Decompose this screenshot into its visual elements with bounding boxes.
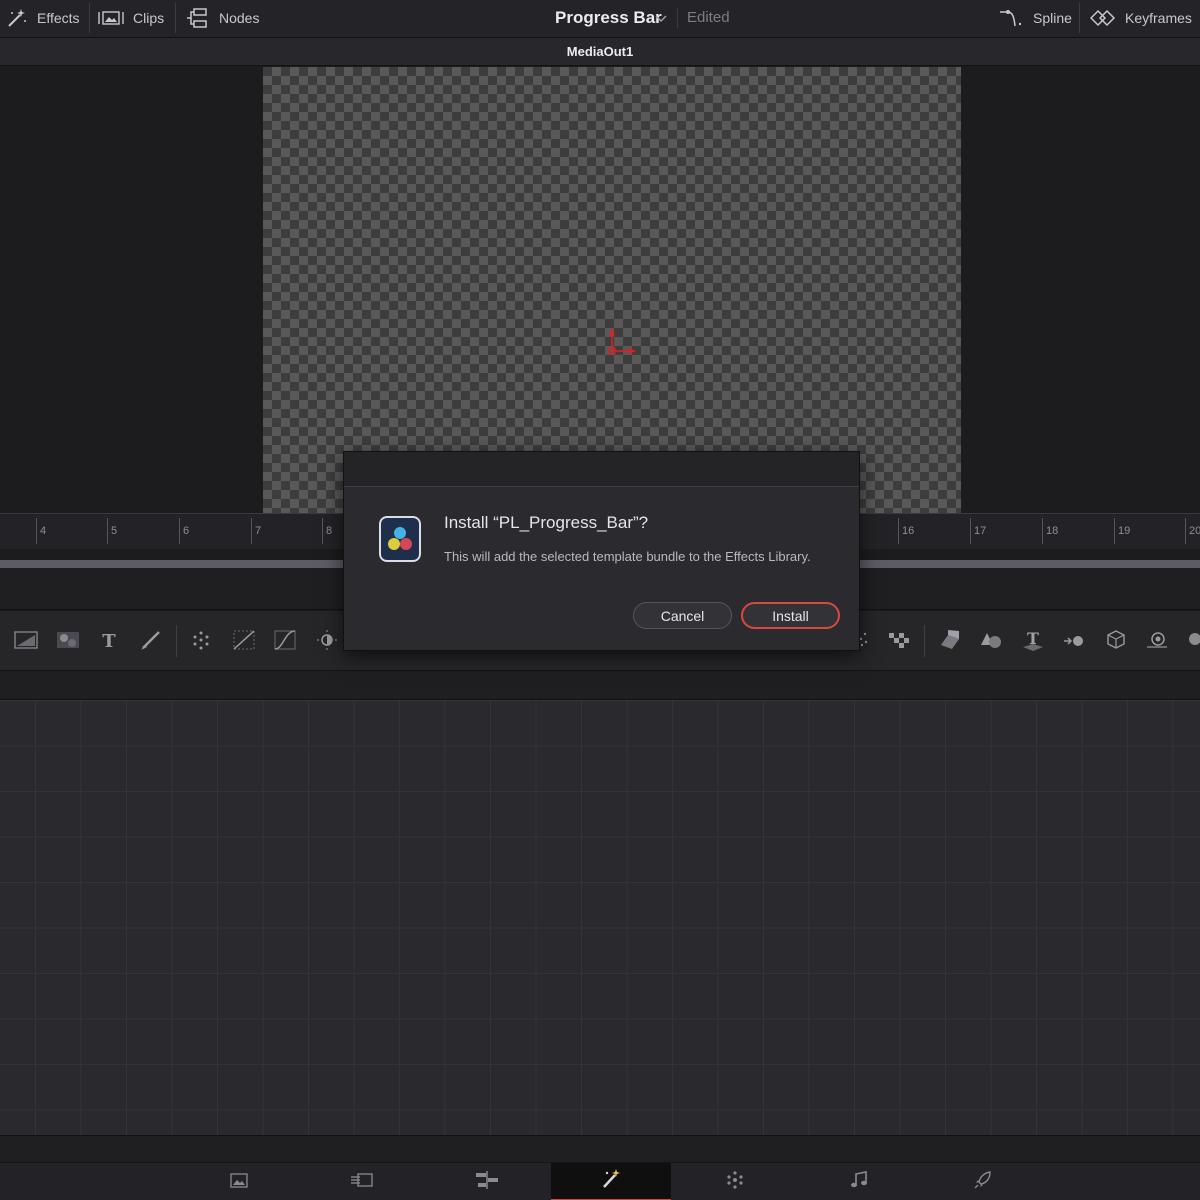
edit-page-icon (474, 1170, 500, 1195)
image-plane-3d-icon[interactable] (937, 627, 963, 653)
checker-icon[interactable] (886, 627, 912, 653)
keyframes-button[interactable]: Keyframes (1090, 0, 1192, 36)
viewer[interactable] (0, 66, 1200, 513)
clips-icon (98, 9, 124, 27)
page-tab-color[interactable] (675, 1163, 795, 1200)
install-button[interactable]: Install (741, 602, 840, 629)
fusion-page-icon (599, 1168, 623, 1195)
top-bar: Effects Clips Nodes Progress Bar Edited … (0, 0, 1200, 38)
divider (89, 3, 90, 33)
divider (176, 625, 177, 657)
chevron-down-icon[interactable] (655, 11, 667, 29)
page-tab-deliver[interactable] (923, 1163, 1043, 1200)
keyframes-label: Keyframes (1125, 10, 1192, 26)
merge-3d-icon[interactable] (1061, 627, 1087, 653)
ruler-tick-label: 18 (1046, 525, 1059, 537)
effects-label: Effects (37, 10, 80, 26)
transform-gizmo-icon[interactable] (603, 326, 639, 365)
background-tool-icon[interactable] (13, 627, 39, 653)
ruler-tick (898, 518, 899, 544)
text-plus-icon[interactable]: T (96, 627, 122, 653)
paint-icon[interactable] (138, 627, 164, 653)
project-title[interactable]: Progress Bar (555, 8, 662, 28)
ruler-tick (1042, 518, 1043, 544)
cancel-button[interactable]: Cancel (633, 602, 732, 629)
ruler-tick (179, 518, 180, 544)
light-3d-icon[interactable] (1182, 627, 1200, 653)
spline-label: Spline (1033, 10, 1072, 26)
media-page-icon (229, 1171, 249, 1194)
ruler-tick (1114, 518, 1115, 544)
color-page-icon (725, 1170, 745, 1195)
renderer-3d-icon[interactable] (1144, 627, 1170, 653)
page-tab-fusion[interactable] (551, 1163, 671, 1200)
install-dialog: Install “PL_Progress_Bar”? This will add… (343, 451, 860, 651)
particles-icon[interactable] (188, 627, 214, 653)
ruler-tick-label: 6 (183, 525, 190, 537)
svg-text:T: T (102, 631, 116, 651)
color-curves-icon[interactable] (231, 627, 257, 653)
ruler-tick-label: 5 (111, 525, 118, 537)
ruler-tick (251, 518, 252, 544)
fairlight-page-icon (849, 1170, 869, 1195)
camera-3d-icon[interactable] (1103, 627, 1129, 653)
clips-label: Clips (133, 10, 165, 26)
text-3d-icon[interactable]: T (1020, 627, 1046, 653)
edit-status: Edited (687, 9, 730, 26)
nodes-label: Nodes (219, 10, 260, 26)
keyframes-icon (1090, 9, 1116, 27)
ruler-tick (36, 518, 37, 544)
ruler-tick-label: 8 (326, 525, 333, 537)
spline-icon (998, 6, 1024, 30)
divider (677, 8, 678, 28)
effects-button[interactable]: Effects (6, 0, 80, 36)
curves-icon[interactable] (272, 627, 298, 653)
spline-button[interactable]: Spline (998, 0, 1072, 36)
fast-noise-icon[interactable] (55, 627, 81, 653)
viewer-header: MediaOut1 (0, 38, 1200, 66)
nodes-icon (186, 7, 210, 29)
page-tab-cut[interactable] (303, 1163, 423, 1200)
nodes-button[interactable]: Nodes (186, 0, 259, 36)
ruler-tick-label: 17 (974, 525, 987, 537)
ruler-tick (970, 518, 971, 544)
ruler-tick-label: 7 (255, 525, 262, 537)
ruler-tick-label: 20 (1189, 525, 1200, 537)
page-tab-media[interactable] (179, 1163, 299, 1200)
clips-button[interactable]: Clips (98, 0, 164, 36)
davinci-resolve-app-icon (379, 516, 421, 562)
page-tab-edit[interactable] (427, 1163, 547, 1200)
ruler-tick (322, 518, 323, 544)
node-editor[interactable] (0, 700, 1200, 1135)
cut-page-icon (350, 1171, 376, 1194)
divider (924, 625, 925, 657)
dialog-message: This will add the selected template bund… (444, 549, 811, 564)
dialog-heading: Install “PL_Progress_Bar”? (444, 513, 649, 532)
viewer-node-name: MediaOut1 (566, 44, 634, 59)
page-navigation-bar (0, 1162, 1200, 1200)
brightness-contrast-icon[interactable] (314, 627, 340, 653)
divider (1079, 3, 1080, 33)
dialog-titlebar[interactable] (344, 452, 859, 487)
shape-3d-icon[interactable] (978, 627, 1004, 653)
transparent-canvas[interactable] (263, 67, 961, 513)
status-strip (0, 1135, 1200, 1162)
ruler-tick-label: 19 (1118, 525, 1131, 537)
toolbar-spacer (0, 670, 1200, 700)
page-tab-fairlight[interactable] (799, 1163, 919, 1200)
ruler-tick (107, 518, 108, 544)
ruler-tick-label: 16 (902, 525, 915, 537)
ruler-tick-label: 4 (40, 525, 47, 537)
divider (175, 3, 176, 33)
magic-wand-icon (6, 7, 28, 29)
ruler-tick (1185, 518, 1186, 544)
deliver-page-icon (973, 1170, 993, 1195)
